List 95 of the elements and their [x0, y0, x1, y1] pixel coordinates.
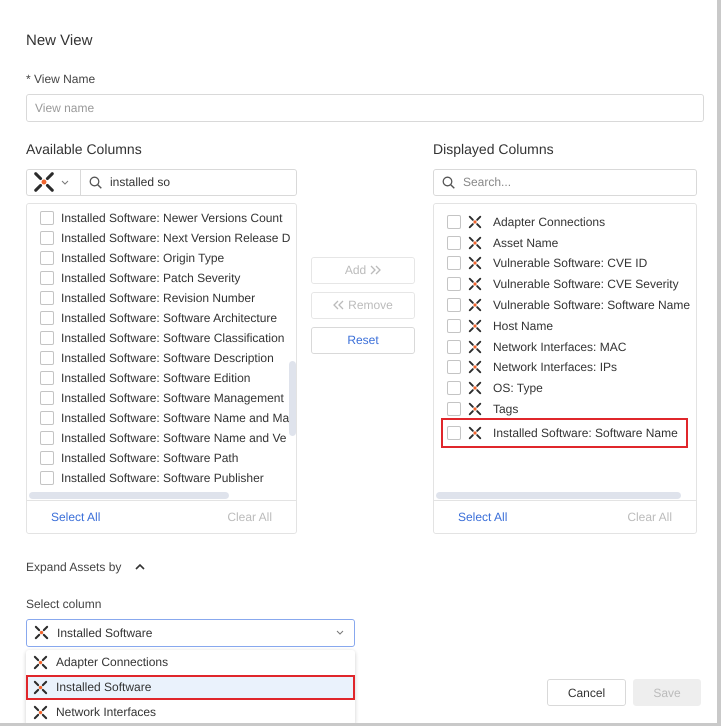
column-option[interactable]: Vulnerable Software: Software Name: [493, 296, 690, 314]
caret-icon: [336, 630, 344, 635]
logo-icon: [33, 704, 48, 720]
column-option[interactable]: Installed Software: Software Management: [61, 388, 284, 406]
column-heading: Displayed Columns: [433, 140, 555, 159]
search-icon: [89, 176, 102, 188]
search-icon: [442, 176, 455, 188]
checkbox[interactable]: [40, 370, 54, 384]
checkbox[interactable]: [447, 236, 461, 250]
logo-icon: [468, 298, 482, 312]
column-option[interactable]: Installed Software: Software Architecture: [61, 308, 278, 326]
column-option[interactable]: Installed Software: Revision Number: [61, 288, 256, 306]
field-label: * View Name: [26, 70, 96, 88]
logo-icon: [468, 277, 482, 292]
checkbox[interactable]: [40, 470, 54, 484]
caret-icon: [61, 180, 69, 184]
field-label: Select column: [26, 596, 102, 612]
column-option[interactable]: Tags: [493, 400, 518, 418]
checkbox[interactable]: [447, 256, 461, 270]
chevron-up-icon: [135, 562, 146, 570]
double-chevron-right-icon: [370, 265, 382, 275]
column-option[interactable]: Installed Software: Patch Severity: [61, 268, 240, 286]
logo-icon: [33, 680, 48, 694]
scrollbar[interactable]: [436, 492, 681, 498]
checkbox[interactable]: [447, 277, 461, 292]
column-option[interactable]: Installed Software: Software Edition: [61, 368, 250, 386]
checkbox[interactable]: [447, 318, 461, 333]
checkbox[interactable]: [447, 402, 461, 416]
dropdown-option[interactable]: Network Interfaces: [26, 700, 355, 723]
column-option[interactable]: Vulnerable Software: CVE Severity: [493, 275, 679, 294]
logo-icon: [468, 318, 482, 333]
logo-icon: [34, 625, 49, 640]
checkbox[interactable]: [40, 390, 54, 404]
logo-icon: [468, 426, 482, 440]
checkbox[interactable]: [40, 250, 54, 264]
dropdown-option[interactable]: Adapter Connections: [26, 650, 355, 674]
select-all-link[interactable]: Select All: [51, 508, 100, 526]
column-option[interactable]: Asset Name: [493, 234, 558, 252]
column-option[interactable]: Installed Software: Software Name and Ve: [61, 428, 286, 446]
expand-toggle[interactable]: [135, 562, 146, 570]
checkbox[interactable]: [40, 290, 54, 304]
column-option[interactable]: Installed Software: Software Publisher: [61, 468, 264, 486]
logo-icon: [468, 381, 482, 396]
checkbox[interactable]: [40, 430, 54, 444]
scrollbar[interactable]: [289, 360, 296, 436]
checkbox[interactable]: [447, 381, 461, 396]
checkbox[interactable]: [447, 214, 461, 229]
column-option[interactable]: Installed Software: Next Version Release D: [61, 228, 290, 246]
checkbox[interactable]: [40, 450, 54, 464]
logo-icon: [468, 236, 482, 250]
column-option[interactable]: Installed Software: Software Classification: [61, 328, 284, 346]
double-chevron-left-icon: [333, 300, 344, 310]
column-option[interactable]: Adapter Connections: [493, 212, 606, 231]
logo-icon: [33, 171, 55, 193]
footer-button[interactable]: Cancel: [547, 679, 626, 706]
section-label: Expand Assets by: [26, 558, 122, 576]
checkbox[interactable]: [40, 210, 54, 224]
column-option[interactable]: Installed Software: Software Name and Ma: [61, 408, 290, 426]
dialog-title: New View: [26, 31, 94, 51]
checkbox[interactable]: [447, 360, 461, 374]
search-box[interactable]: installed so: [80, 168, 297, 196]
column-option[interactable]: Network Interfaces: MAC: [493, 338, 626, 356]
checkbox[interactable]: [40, 230, 54, 244]
column-heading: Available Columns: [26, 140, 143, 158]
checkbox[interactable]: [40, 410, 54, 424]
view-name-field[interactable]: View name: [26, 94, 704, 122]
checkbox[interactable]: [40, 310, 54, 324]
column-option[interactable]: Vulnerable Software: CVE ID: [493, 254, 648, 272]
scrollbar[interactable]: [29, 492, 229, 498]
column-option[interactable]: Installed Software: Origin Type: [61, 248, 224, 266]
column-option[interactable]: Installed Software: Software Name: [493, 424, 678, 442]
select-dropdown[interactable]: Installed Software: [26, 618, 355, 646]
logo-icon: [468, 214, 482, 229]
logo-icon: [33, 654, 48, 670]
checkbox[interactable]: [40, 350, 54, 364]
column-option[interactable]: Installed Software: Newer Versions Count: [61, 208, 282, 226]
checkbox[interactable]: [40, 330, 54, 344]
checkbox[interactable]: [447, 340, 461, 354]
column-option[interactable]: Host Name: [493, 316, 554, 335]
column-option[interactable]: OS: Type: [493, 379, 543, 398]
column-option[interactable]: Network Interfaces: IPs: [493, 358, 618, 376]
entity-dropdown[interactable]: [26, 168, 80, 196]
logo-icon: [468, 360, 482, 374]
logo-icon: [468, 256, 482, 270]
logo-icon: [468, 340, 482, 354]
select-all-link[interactable]: Select All: [458, 508, 508, 526]
checkbox[interactable]: [447, 298, 461, 312]
column-option[interactable]: Installed Software: Software Path: [61, 448, 238, 466]
checkbox[interactable]: [40, 270, 54, 284]
transfer-button[interactable]: Reset: [311, 326, 415, 354]
dropdown-option[interactable]: Installed Software: [26, 674, 355, 700]
logo-icon: [468, 402, 482, 416]
column-option[interactable]: Installed Software: Software Description: [61, 348, 274, 366]
checkbox[interactable]: [447, 426, 461, 440]
search-box[interactable]: Search...: [433, 168, 697, 196]
